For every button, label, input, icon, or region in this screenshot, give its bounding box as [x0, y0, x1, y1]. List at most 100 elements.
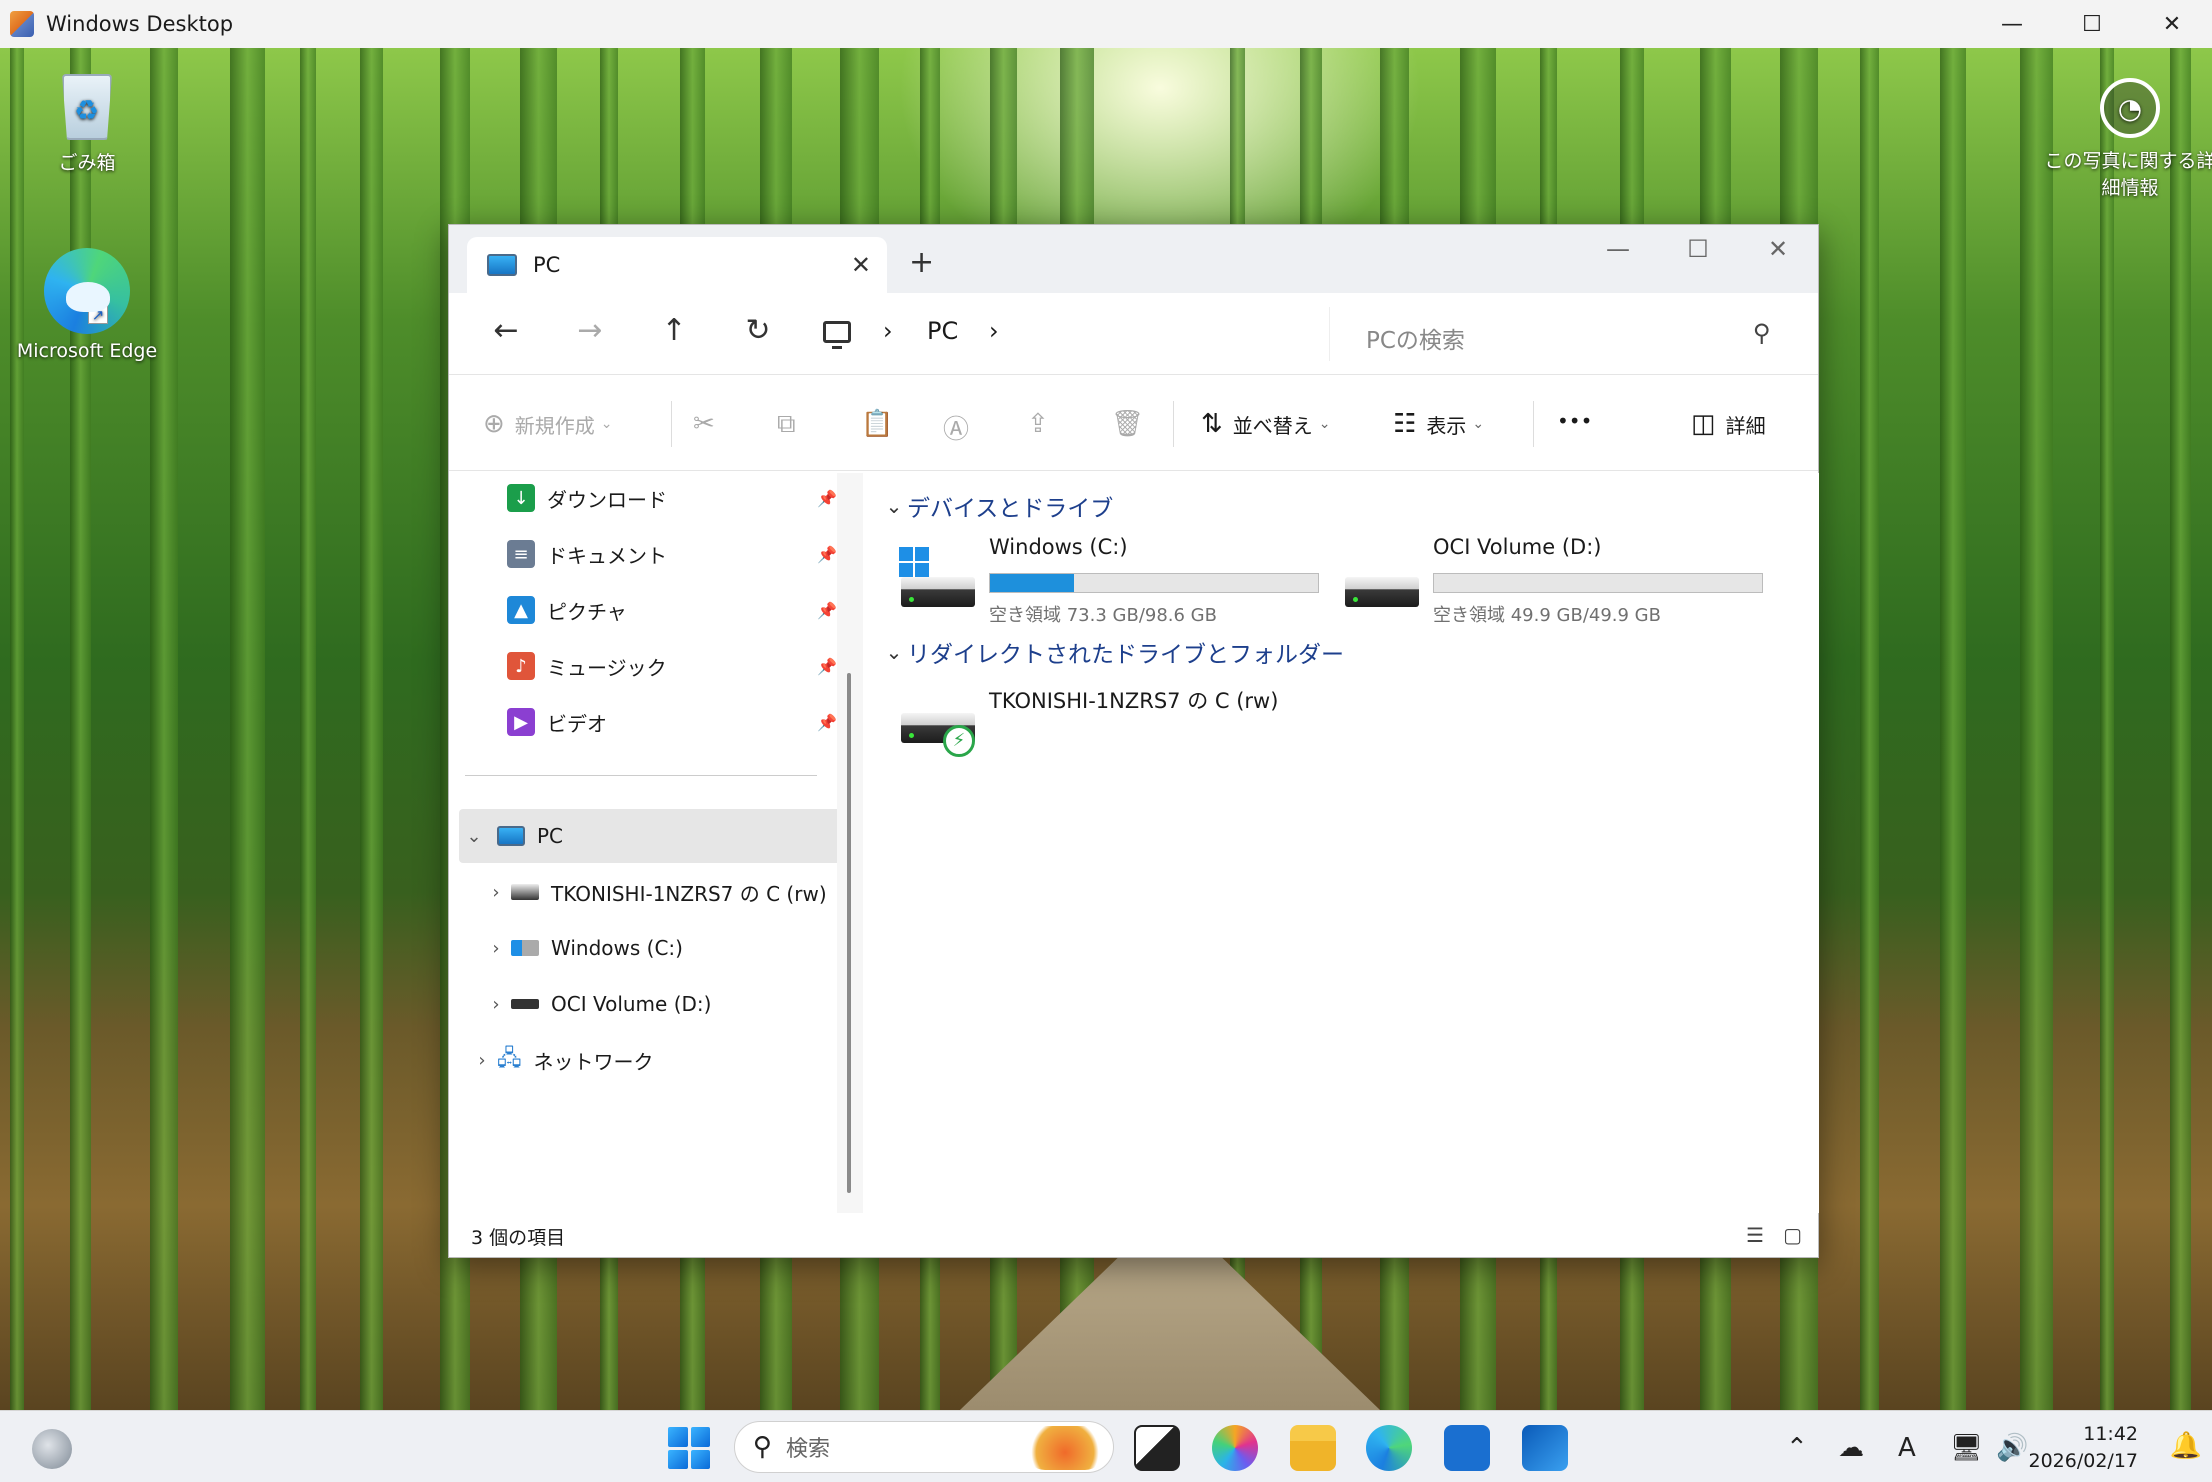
pin-icon[interactable]: 📌 — [817, 601, 837, 620]
start-button[interactable] — [668, 1427, 710, 1469]
drive-d-usage-bar — [1433, 573, 1763, 593]
close-button[interactable]: ✕ — [1738, 225, 1818, 273]
details-view-button[interactable]: ☰ — [1746, 1223, 1764, 1247]
share-button[interactable]: ⇪ — [1027, 409, 1059, 439]
tree-oci-d-label: OCI Volume (D:) — [551, 992, 712, 1016]
network-drive-icon: ⚡ — [899, 691, 977, 757]
tab-close-button[interactable]: ✕ — [851, 251, 871, 279]
taskbar-search[interactable]: ⚲ 検索 — [734, 1421, 1114, 1473]
chevron-down-icon[interactable]: ⌄ — [881, 494, 907, 518]
show-hidden-icons-chevron-icon[interactable]: ⌃ — [1786, 1433, 1808, 1463]
copy-button[interactable]: ⧉ — [777, 409, 806, 440]
sort-button[interactable]: ⇅ 並べ替え ⌄ — [1201, 409, 1331, 439]
tiles-view-button[interactable]: ▢ — [1783, 1223, 1802, 1247]
up-button[interactable]: ↑ — [649, 313, 699, 348]
item-count: 3 個の項目 — [471, 1227, 566, 1249]
drive-windows-c[interactable]: Windows (C:) 空き領域 73.3 GB/98.6 GB — [899, 535, 1329, 626]
clock[interactable]: 11:42 2026/02/17 — [2028, 1421, 2138, 1475]
onedrive-offline-icon[interactable]: ☁ — [1838, 1433, 1864, 1463]
task-view-icon[interactable] — [1134, 1425, 1180, 1471]
cut-button[interactable]: ✂ — [693, 409, 725, 439]
quick-access-item[interactable]: ♪ ミュージック 📌 — [507, 641, 837, 691]
photo-info-line1: この写真に関する詳 — [2044, 150, 2212, 172]
pin-icon[interactable]: 📌 — [817, 657, 837, 676]
delete-button[interactable]: 🗑 — [1111, 409, 1154, 439]
chevron-right-icon[interactable]: › — [467, 1050, 497, 1071]
back-button[interactable]: ← — [481, 313, 531, 348]
chevron-down-icon[interactable]: ⌄ — [459, 826, 489, 847]
maximize-button[interactable]: ☐ — [1658, 225, 1738, 273]
chevron-right-icon[interactable]: › — [481, 938, 511, 959]
breadcrumb-separator-end[interactable]: › — [989, 317, 999, 345]
pin-icon[interactable]: 📌 — [817, 713, 837, 732]
file-explorer-icon[interactable] — [1290, 1425, 1336, 1471]
details-pane-button[interactable]: ◫ 詳細 — [1691, 409, 1766, 439]
breadcrumb-pc[interactable]: PC — [927, 317, 958, 345]
chevron-right-icon[interactable]: › — [481, 882, 511, 903]
breadcrumb-separator[interactable]: › — [883, 317, 893, 345]
nav-scrollbar-thumb[interactable] — [847, 673, 851, 1193]
wallpaper-bamboo — [300, 48, 316, 1410]
music-icon: ♪ — [507, 652, 535, 680]
desktop-edge-shortcut[interactable]: ↗ Microsoft Edge — [12, 248, 162, 362]
quick-access-item[interactable]: ▲ ピクチャ 📌 — [507, 585, 837, 635]
quick-access-label: ダウンロード — [547, 487, 667, 512]
view-button[interactable]: ☷ 表示 ⌄ — [1393, 409, 1484, 439]
rename-button[interactable]: Ⓐ — [943, 409, 979, 446]
notification-bell-icon[interactable]: 🔔 — [2170, 1431, 2202, 1461]
search-highlight-icon[interactable] — [1025, 1426, 1105, 1470]
drive-icon — [511, 999, 539, 1009]
widgets-icon[interactable] — [32, 1429, 72, 1469]
photo-info-button[interactable]: ◔ この写真に関する詳 細情報 — [2030, 78, 2212, 200]
outlook-icon[interactable] — [1522, 1425, 1568, 1471]
store-icon[interactable] — [1444, 1425, 1490, 1471]
tree-item-windows-c[interactable]: › Windows (C:) — [481, 921, 683, 975]
group-devices[interactable]: ⌄ デバイスとドライブ — [881, 489, 1114, 523]
search-box[interactable]: PCの検索 ⚲ — [1329, 307, 1799, 361]
desktop-recycle-bin[interactable]: ♻ ごみ箱 — [12, 64, 162, 175]
drive-oci-d[interactable]: OCI Volume (D:) 空き領域 49.9 GB/49.9 GB — [1343, 535, 1773, 626]
forward-button[interactable]: → — [565, 313, 615, 348]
quick-access-item[interactable]: ≡ ドキュメント 📌 — [507, 529, 837, 579]
tree-item-network[interactable]: › 🖧 ネットワーク — [467, 1033, 654, 1087]
more-options-button[interactable]: ••• — [1557, 409, 1592, 433]
rdp-title-bar: Windows Desktop — ☐ ✕ — [0, 0, 2212, 48]
chevron-down-icon[interactable]: ⌄ — [881, 640, 907, 664]
edge-taskbar-icon[interactable] — [1366, 1425, 1412, 1471]
network-icon[interactable]: 🖥 — [1950, 1433, 1983, 1463]
search-input[interactable]: PCの検索 — [1366, 321, 1465, 355]
refresh-button[interactable]: ↻ — [733, 313, 783, 348]
new-tab-button[interactable]: + — [909, 245, 934, 280]
minimize-button[interactable]: — — [1578, 225, 1658, 273]
rdp-close-button[interactable]: ✕ — [2132, 0, 2212, 48]
windows-drive-icon — [511, 940, 539, 956]
monitor-icon[interactable] — [823, 321, 851, 349]
tree-item-pc[interactable]: ⌄ PC — [459, 809, 845, 863]
taskbar-search-input[interactable]: 検索 — [786, 1431, 830, 1463]
command-bar: ⊕ 新規作成 ⌄ ✂ ⧉ 📋 Ⓐ ⇪ 🗑 ⇅ 並べ替え ⌄ ☷ 表示 ⌄ ••• ◫ 詳細 — [449, 375, 1818, 471]
group-redirected-label: リダイレクトされたドライブとフォルダー — [907, 642, 1344, 668]
shortcut-arrow-icon: ↗ — [88, 304, 108, 324]
rdp-maximize-button[interactable]: ☐ — [2052, 0, 2132, 48]
volume-icon[interactable]: 🔊 — [1996, 1433, 2028, 1463]
pin-icon[interactable]: 📌 — [817, 489, 837, 508]
quick-access-label: ミュージック — [547, 655, 667, 680]
drive-redirected[interactable]: ⚡ TKONISHI-1NZRS7 の C (rw) — [899, 685, 1329, 775]
tab-title: PC — [533, 253, 561, 277]
group-redirected[interactable]: ⌄ リダイレクトされたドライブとフォルダー — [881, 635, 1344, 669]
chevron-right-icon[interactable]: › — [481, 994, 511, 1015]
tree-item-oci-d[interactable]: › OCI Volume (D:) — [481, 977, 711, 1031]
drive-c-usage-bar — [989, 573, 1319, 593]
copilot-icon[interactable] — [1212, 1425, 1258, 1471]
tree-item-redirected[interactable]: › TKONISHI-1NZRS7 の C (rw) — [481, 865, 826, 919]
rdp-minimize-button[interactable]: — — [1972, 0, 2052, 48]
ime-indicator[interactable]: A — [1898, 1433, 1916, 1463]
wallpaper-bamboo — [1860, 48, 1879, 1410]
quick-access-item[interactable]: ↓ ダウンロード 📌 — [507, 473, 837, 523]
paste-button[interactable]: 📋 — [861, 409, 903, 439]
pin-icon[interactable]: 📌 — [817, 545, 837, 564]
tab-pc[interactable]: PC ✕ — [467, 237, 887, 293]
new-button[interactable]: ⊕ 新規作成 ⌄ — [483, 409, 613, 439]
quick-access-item[interactable]: ▶ ビデオ 📌 — [507, 697, 837, 747]
tree-network-label: ネットワーク — [533, 1049, 654, 1074]
